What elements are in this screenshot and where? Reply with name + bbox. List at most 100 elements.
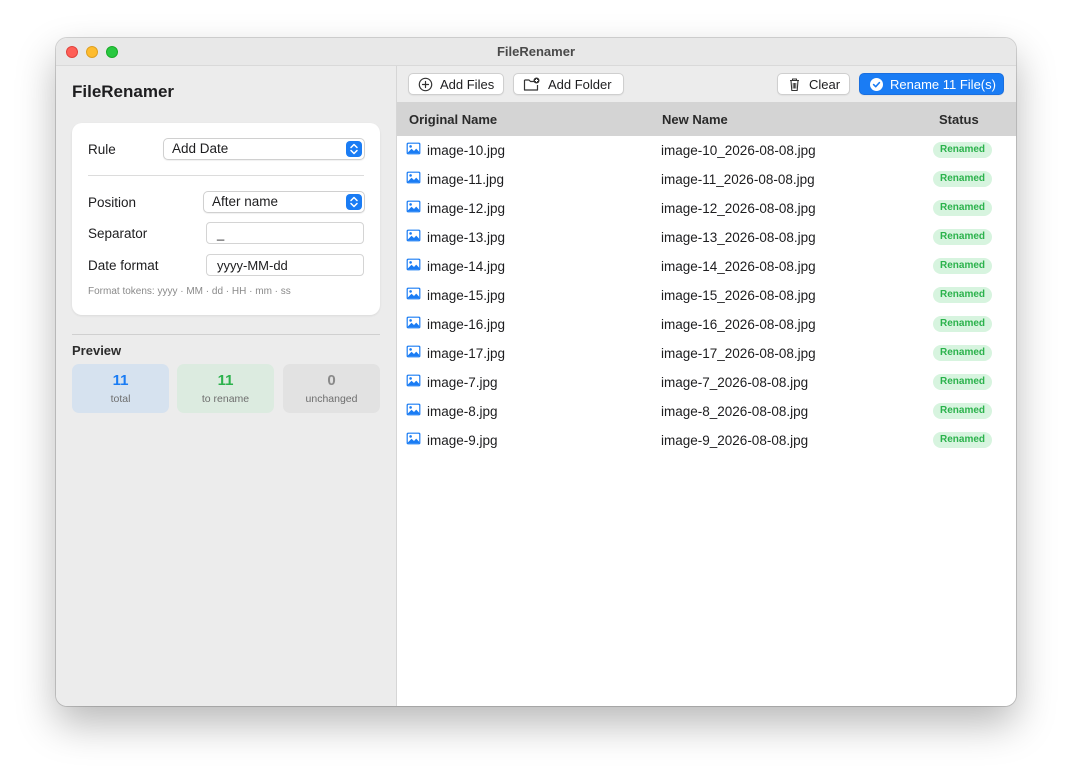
- toolbar: Add Files Add Folder Clear Rename 11 Fil…: [397, 66, 1016, 102]
- add-files-button[interactable]: Add Files: [408, 73, 504, 95]
- column-original-name[interactable]: Original Name: [409, 112, 497, 127]
- table-row[interactable]: image-8.jpg image-8_2026-08-08.jpg Renamed: [397, 397, 1016, 426]
- stat-unchanged: 0 unchanged: [283, 364, 380, 413]
- card-divider: [88, 175, 364, 176]
- table-row[interactable]: image-14.jpg image-14_2026-08-08.jpg Renam…: [397, 252, 1016, 281]
- column-status[interactable]: Status: [939, 112, 979, 127]
- photo-icon: [406, 345, 421, 358]
- original-name-cell: image-9.jpg: [427, 433, 498, 448]
- table-row[interactable]: image-17.jpg image-17_2026-08-08.jpg Renam…: [397, 339, 1016, 368]
- status-badge: Renamed: [933, 229, 992, 245]
- status-badge: Renamed: [933, 258, 992, 274]
- status-badge: Renamed: [933, 345, 992, 361]
- new-name-cell: image-17_2026-08-08.jpg: [661, 346, 816, 361]
- rule-value: Add Date: [172, 141, 229, 156]
- trash-icon: [787, 77, 802, 92]
- date-format-field[interactable]: yyyy-MM-dd: [206, 254, 364, 276]
- table-row[interactable]: image-10.jpg image-10_2026-08-08.jpg Renam…: [397, 136, 1016, 165]
- stat-unchanged-label: unchanged: [305, 393, 358, 405]
- window-title: FileRenamer: [496, 44, 576, 59]
- add-folder-button[interactable]: Add Folder: [513, 73, 624, 95]
- rename-files-label: Rename 11 File(s): [890, 77, 996, 92]
- add-files-label: Add Files: [440, 77, 495, 92]
- photo-icon: [406, 287, 421, 300]
- status-badge: Renamed: [933, 316, 992, 332]
- status-badge: Renamed: [933, 287, 992, 303]
- folder-badge-plus-icon: [523, 77, 540, 92]
- stat-unchanged-value: 0: [327, 372, 336, 389]
- separator-field[interactable]: _: [206, 222, 364, 244]
- new-name-cell: image-14_2026-08-08.jpg: [661, 259, 816, 274]
- photo-icon: [406, 374, 421, 387]
- original-name-cell: image-7.jpg: [427, 375, 498, 390]
- sidebar: FileRenamer Rule Add Date Position After…: [56, 66, 397, 706]
- position-popup[interactable]: After name: [203, 191, 365, 213]
- status-badge: Renamed: [933, 432, 992, 448]
- table-row[interactable]: image-11.jpg image-11_2026-08-08.jpg Renam…: [397, 165, 1016, 194]
- plus-circle-icon: [418, 77, 433, 92]
- app-window: FileRenamer FileRenamer Rule Add Date Po…: [56, 38, 1016, 706]
- photo-icon: [406, 258, 421, 271]
- original-name-cell: image-12.jpg: [427, 201, 506, 216]
- photo-icon: [406, 229, 421, 242]
- new-name-cell: image-15_2026-08-08.jpg: [661, 288, 816, 303]
- original-name-cell: image-14.jpg: [427, 259, 506, 274]
- original-name-cell: image-13.jpg: [427, 230, 506, 245]
- photo-icon: [406, 432, 421, 445]
- status-badge: Renamed: [933, 374, 992, 390]
- main-panel: Add Files Add Folder Clear Rename 11 Fil…: [397, 66, 1016, 706]
- new-name-cell: image-16_2026-08-08.jpg: [661, 317, 816, 332]
- column-new-name[interactable]: New Name: [662, 112, 728, 127]
- new-name-cell: image-10_2026-08-08.jpg: [661, 143, 816, 158]
- original-name-cell: image-10.jpg: [427, 143, 506, 158]
- table-row[interactable]: image-7.jpg image-7_2026-08-08.jpg Renamed: [397, 368, 1016, 397]
- checkmark-circle-icon: [869, 77, 884, 92]
- table-row[interactable]: image-12.jpg image-12_2026-08-08.jpg Renam…: [397, 194, 1016, 223]
- original-name-cell: image-17.jpg: [427, 346, 506, 361]
- photo-icon: [406, 142, 421, 155]
- add-folder-label: Add Folder: [548, 77, 612, 92]
- position-value: After name: [212, 194, 279, 209]
- clear-button[interactable]: Clear: [777, 73, 850, 95]
- date-format-label: Date format: [88, 258, 159, 273]
- status-badge: Renamed: [933, 200, 992, 216]
- stat-total: 11 total: [72, 364, 169, 413]
- date-format-value: yyyy-MM-dd: [217, 258, 288, 273]
- photo-icon: [406, 200, 421, 213]
- original-name-cell: image-16.jpg: [427, 317, 506, 332]
- table-row[interactable]: image-16.jpg image-16_2026-08-08.jpg Renam…: [397, 310, 1016, 339]
- table-row[interactable]: image-15.jpg image-15_2026-08-08.jpg Renam…: [397, 281, 1016, 310]
- original-name-cell: image-15.jpg: [427, 288, 506, 303]
- preview-heading: Preview: [72, 343, 122, 358]
- rename-files-button[interactable]: Rename 11 File(s): [859, 73, 1004, 95]
- rule-label: Rule: [88, 142, 116, 157]
- position-label: Position: [88, 195, 137, 210]
- original-name-cell: image-8.jpg: [427, 404, 498, 419]
- stat-to-rename-value: 11: [217, 372, 234, 389]
- new-name-cell: image-7_2026-08-08.jpg: [661, 375, 809, 390]
- new-name-cell: image-8_2026-08-08.jpg: [661, 404, 809, 419]
- separator-label: Separator: [88, 226, 148, 241]
- stat-total-value: 11: [112, 372, 129, 389]
- format-tokens-hint: Format tokens: yyyy · MM · dd · HH · mm …: [88, 286, 291, 297]
- chevron-up-down-icon: [346, 194, 362, 210]
- stat-to-rename-label: to rename: [201, 393, 250, 405]
- status-badge: Renamed: [933, 171, 992, 187]
- table-row[interactable]: image-9.jpg image-9_2026-08-08.jpg Renamed: [397, 426, 1016, 455]
- separator-value: _: [217, 226, 225, 241]
- status-badge: Renamed: [933, 403, 992, 419]
- clear-label: Clear: [809, 77, 841, 92]
- rule-popup[interactable]: Add Date: [163, 138, 365, 160]
- new-name-cell: image-9_2026-08-08.jpg: [661, 433, 809, 448]
- stat-to-rename: 11 to rename: [177, 364, 274, 413]
- photo-icon: [406, 171, 421, 184]
- rule-settings-card: Rule Add Date Position After name Separa…: [72, 123, 380, 315]
- sidebar-divider: [72, 334, 380, 335]
- app-title: FileRenamer: [72, 82, 175, 101]
- title-bar: FileRenamer: [56, 38, 1016, 66]
- photo-icon: [406, 403, 421, 416]
- photo-icon: [406, 316, 421, 329]
- status-badge: Renamed: [933, 142, 992, 158]
- table-row[interactable]: image-13.jpg image-13_2026-08-08.jpg Renam…: [397, 223, 1016, 252]
- new-name-cell: image-11_2026-08-08.jpg: [661, 172, 815, 187]
